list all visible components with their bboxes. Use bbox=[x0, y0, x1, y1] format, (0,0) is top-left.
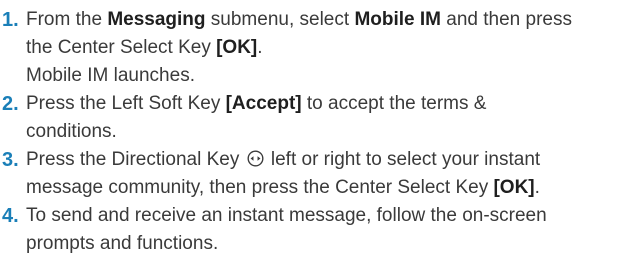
step-1: 1. From the Messaging submenu, select Mo… bbox=[0, 6, 619, 90]
step-number: 1. bbox=[2, 9, 19, 31]
step-2-line-2: conditions. bbox=[26, 121, 117, 142]
ok-key-label: [OK] bbox=[493, 177, 535, 198]
step-1-line-1: From the Messaging submenu, select Mobil… bbox=[26, 9, 572, 30]
step-2: 2. Press the Left Soft Key [Accept] to a… bbox=[0, 90, 619, 146]
step-3-line-2: message community, then press the Center… bbox=[26, 177, 540, 198]
step-4: 4. To send and receive an instant messag… bbox=[0, 202, 619, 258]
step-1-result: Mobile IM launches. bbox=[26, 65, 195, 86]
messaging-label: Messaging bbox=[107, 9, 206, 30]
step-3-line-1: Press the Directional Key left or right … bbox=[26, 149, 541, 170]
step-2-line-1: Press the Left Soft Key [Accept] to acce… bbox=[26, 93, 487, 114]
accept-key-label: [Accept] bbox=[225, 93, 302, 114]
step-number: 4. bbox=[2, 205, 19, 227]
step-4-line-1: To send and receive an instant message, … bbox=[26, 205, 547, 226]
directional-key-icon bbox=[247, 150, 264, 167]
step-number: 2. bbox=[2, 93, 19, 115]
step-3: 3. Press the Directional Key left or rig… bbox=[0, 146, 619, 202]
step-1-line-2: the Center Select Key [OK]. bbox=[26, 37, 263, 58]
step-number: 3. bbox=[2, 149, 19, 171]
instruction-steps: 1. From the Messaging submenu, select Mo… bbox=[0, 6, 619, 258]
step-4-line-2: prompts and functions. bbox=[26, 233, 219, 254]
ok-key-label: [OK] bbox=[216, 37, 258, 58]
mobile-im-label: Mobile IM bbox=[354, 9, 441, 30]
